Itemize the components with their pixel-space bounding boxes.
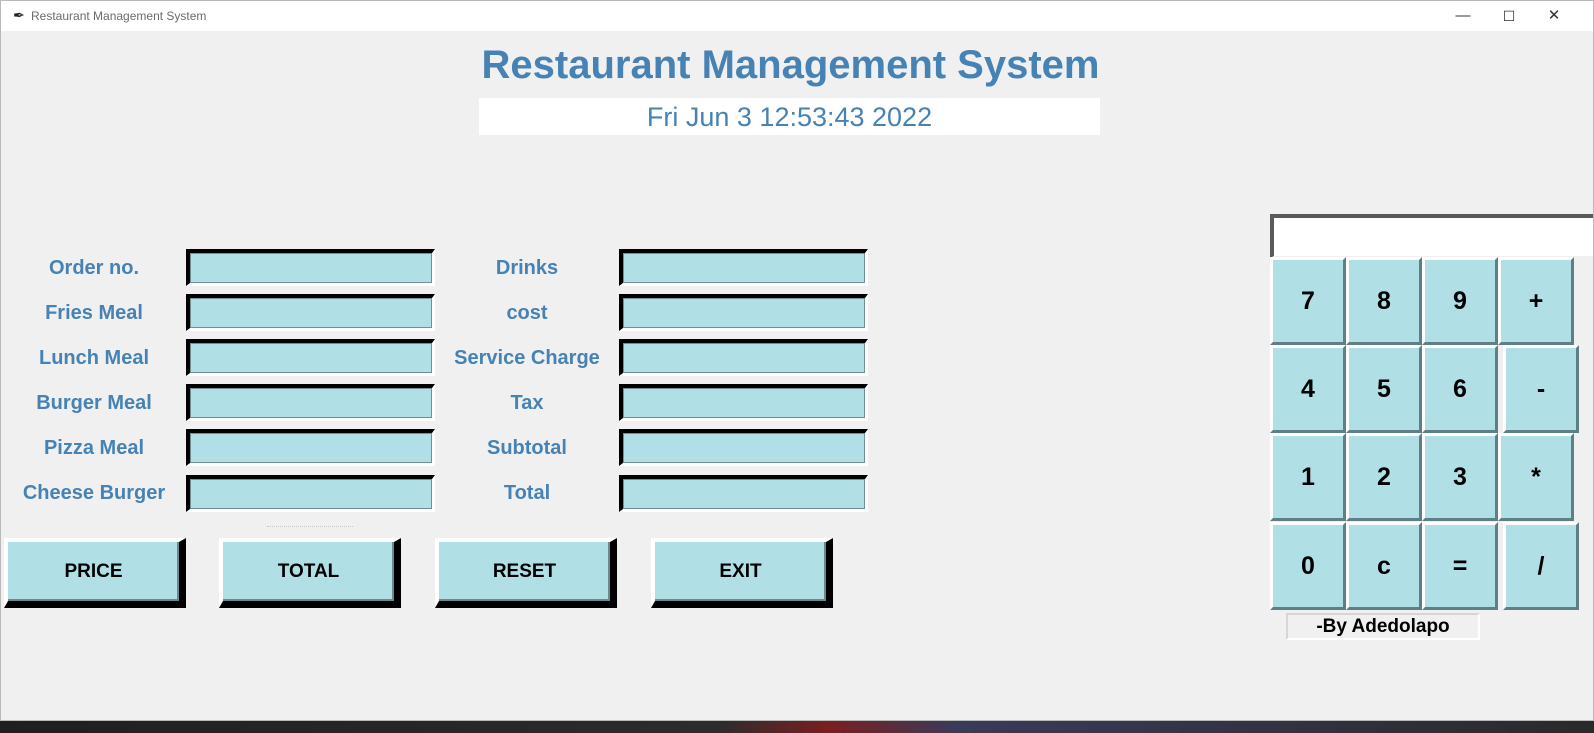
calc-key-minus[interactable]: - bbox=[1503, 345, 1579, 433]
cost-field[interactable] bbox=[619, 294, 868, 331]
app-window: ✒ Restaurant Management System — ☐ ✕ Res… bbox=[0, 0, 1594, 721]
title-bar[interactable]: ✒ Restaurant Management System — ☐ ✕ bbox=[1, 1, 1593, 31]
calc-key-8[interactable]: 8 bbox=[1346, 257, 1422, 345]
drinks-field[interactable] bbox=[619, 249, 868, 286]
calc-key-multiply[interactable]: * bbox=[1498, 433, 1574, 521]
exit-button[interactable]: EXIT bbox=[651, 538, 833, 608]
service-charge-field[interactable] bbox=[619, 339, 868, 376]
label-order-no: Order no. bbox=[48, 257, 139, 279]
calc-key-0[interactable]: 0 bbox=[1270, 522, 1346, 610]
label-service-charge: Service Charge bbox=[454, 347, 600, 369]
close-button[interactable]: ✕ bbox=[1532, 3, 1576, 29]
label-cheese-burger: Cheese Burger bbox=[22, 482, 166, 504]
order-no-field[interactable] bbox=[186, 249, 435, 286]
lunch-meal-field[interactable] bbox=[186, 339, 435, 376]
minimize-button[interactable]: — bbox=[1441, 3, 1485, 29]
window-title: Restaurant Management System bbox=[31, 9, 207, 23]
focus-dotted-line bbox=[267, 526, 353, 528]
calc-key-7[interactable]: 7 bbox=[1270, 257, 1346, 345]
label-fries-meal: Fries Meal bbox=[45, 302, 143, 324]
tax-field[interactable] bbox=[619, 384, 868, 421]
burger-meal-field[interactable] bbox=[186, 384, 435, 421]
subtotal-field[interactable] bbox=[619, 429, 868, 466]
calc-key-1[interactable]: 1 bbox=[1270, 433, 1346, 521]
total-field[interactable] bbox=[619, 475, 868, 512]
author-credit: -By Adedolapo bbox=[1286, 613, 1480, 640]
calc-key-equals[interactable]: = bbox=[1422, 522, 1498, 610]
calc-key-divide[interactable]: / bbox=[1503, 522, 1579, 610]
cheese-burger-field[interactable] bbox=[186, 475, 435, 512]
calc-key-6[interactable]: 6 bbox=[1422, 345, 1498, 433]
calc-key-4[interactable]: 4 bbox=[1270, 345, 1346, 433]
label-drinks: Drinks bbox=[495, 257, 559, 279]
label-cost: cost bbox=[506, 302, 548, 324]
label-subtotal: Subtotal bbox=[487, 437, 567, 459]
datetime-display: Fri Jun 3 12:53:43 2022 bbox=[479, 98, 1100, 135]
calculator-display[interactable] bbox=[1270, 214, 1593, 258]
label-tax: Tax bbox=[510, 392, 544, 414]
label-lunch-meal: Lunch Meal bbox=[38, 347, 149, 369]
calc-key-5[interactable]: 5 bbox=[1346, 345, 1422, 433]
label-burger-meal: Burger Meal bbox=[36, 392, 152, 414]
total-button[interactable]: TOTAL bbox=[219, 538, 401, 608]
pizza-meal-field[interactable] bbox=[186, 429, 435, 466]
price-button[interactable]: PRICE bbox=[4, 538, 186, 608]
feather-icon: ✒ bbox=[13, 7, 25, 23]
fries-meal-field[interactable] bbox=[186, 294, 435, 331]
calc-key-3[interactable]: 3 bbox=[1422, 433, 1498, 521]
label-pizza-meal: Pizza Meal bbox=[43, 437, 145, 459]
maximize-button[interactable]: ☐ bbox=[1487, 3, 1531, 29]
calc-key-plus[interactable]: + bbox=[1498, 257, 1574, 345]
calc-key-2[interactable]: 2 bbox=[1346, 433, 1422, 521]
label-total: Total bbox=[503, 482, 551, 504]
page-title: Restaurant Management System bbox=[481, 43, 1100, 87]
reset-button[interactable]: RESET bbox=[435, 538, 617, 608]
calc-key-9[interactable]: 9 bbox=[1422, 257, 1498, 345]
desktop-background-strip bbox=[0, 721, 1594, 733]
calc-key-clear[interactable]: c bbox=[1346, 522, 1422, 610]
